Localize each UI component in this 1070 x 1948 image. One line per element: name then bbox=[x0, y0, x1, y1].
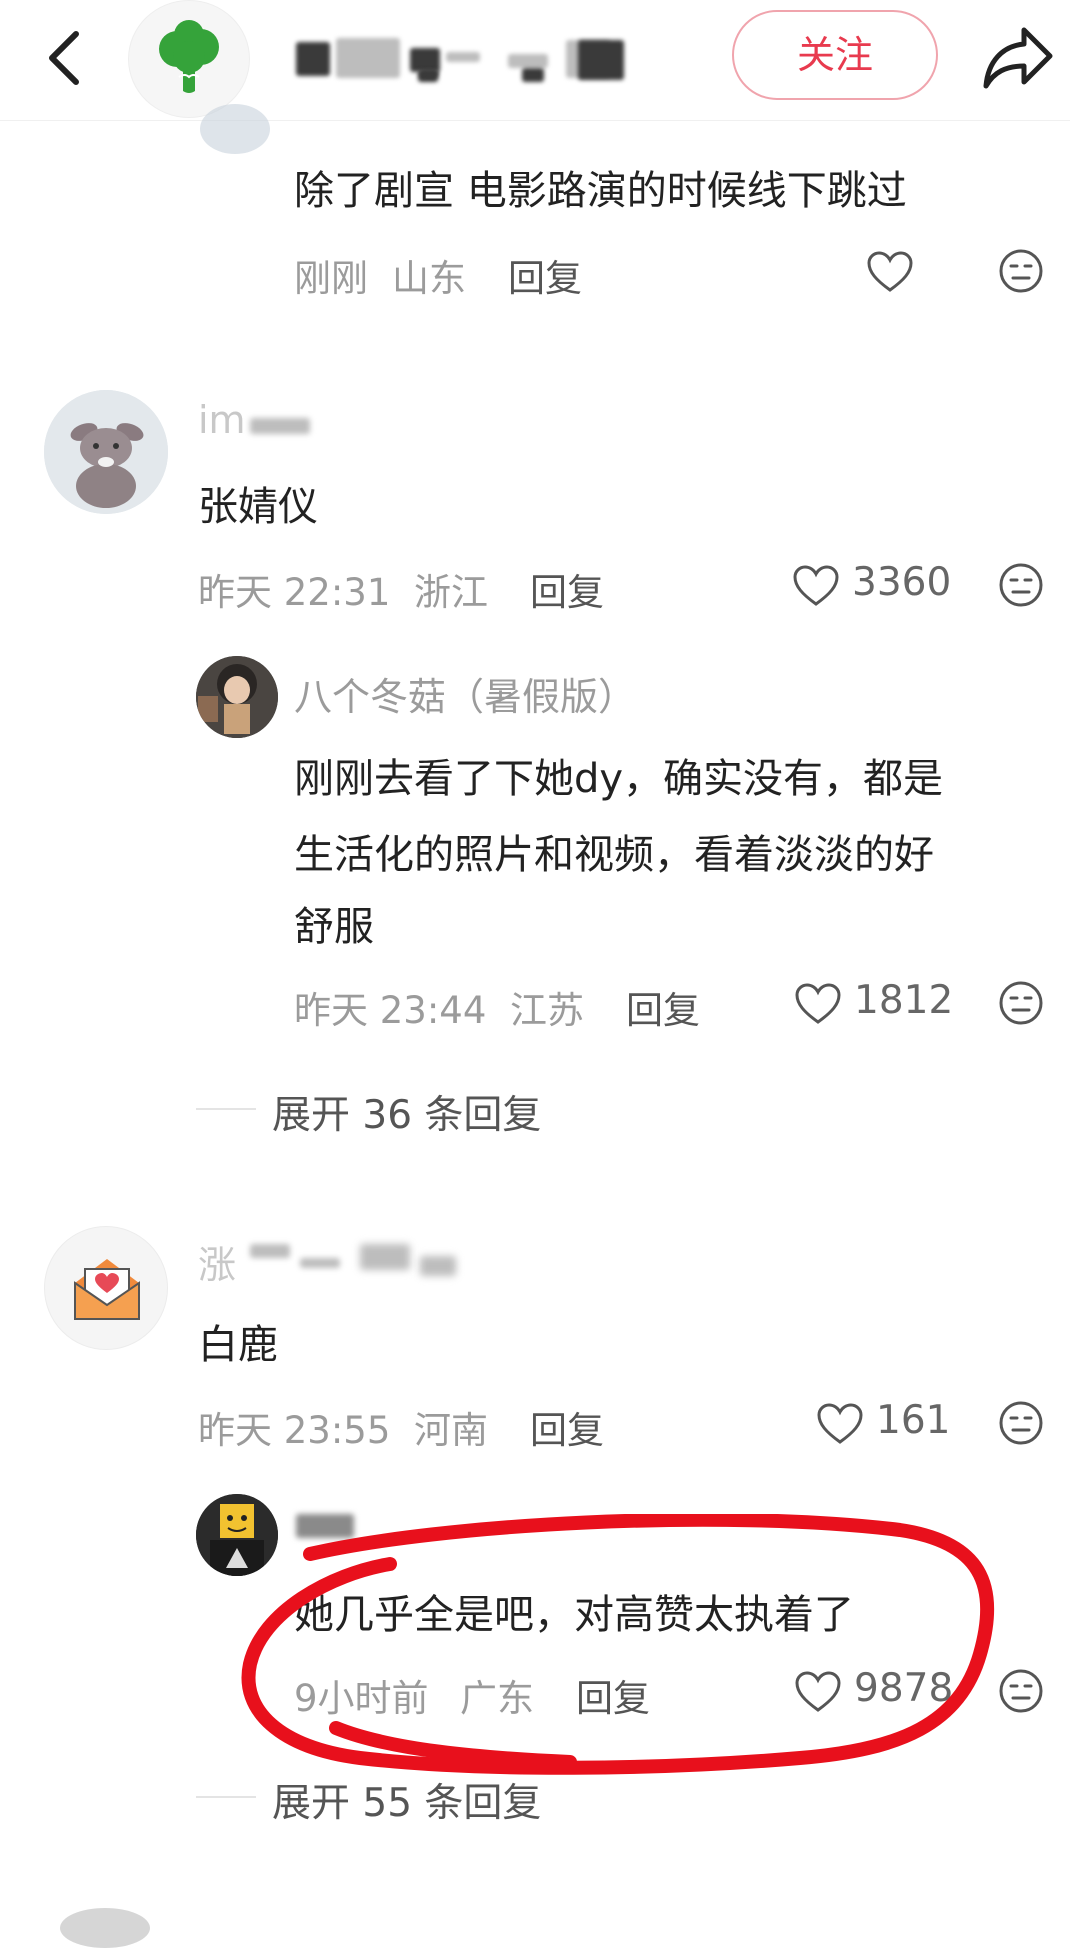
envelope-heart-icon bbox=[74, 1259, 140, 1320]
reply-time: 9小时前 bbox=[294, 1677, 429, 1720]
reply-content-line: 她几乎全是吧，对高赞太执着了 bbox=[294, 1592, 854, 1638]
reply-button[interactable]: 回复 bbox=[530, 1400, 604, 1454]
chevron-left-icon[interactable] bbox=[42, 28, 86, 88]
reply-content-line: 刚刚去看了下她dy，确实没有，都是 bbox=[294, 756, 944, 802]
reply-button[interactable]: 回复 bbox=[576, 1668, 650, 1722]
comment-username[interactable]: im bbox=[198, 398, 246, 442]
like-count: 3360 bbox=[852, 560, 952, 605]
comment-time: 昨天 22:31 bbox=[198, 571, 391, 614]
comment-time: 刚刚 bbox=[294, 257, 368, 300]
reply-time: 昨天 23:44 bbox=[294, 989, 487, 1032]
emoji-reaction-icon[interactable] bbox=[998, 562, 1044, 608]
reply-content-line: 生活化的照片和视频，看着淡淡的好 bbox=[294, 832, 934, 878]
heart-icon[interactable] bbox=[792, 564, 840, 608]
heart-icon[interactable] bbox=[816, 1402, 864, 1446]
reply-button[interactable]: 回复 bbox=[530, 562, 604, 616]
reply-region: 江苏 bbox=[510, 989, 584, 1032]
expand-divider bbox=[196, 1108, 256, 1110]
avatar[interactable] bbox=[196, 656, 278, 738]
emoji-reaction-icon[interactable] bbox=[998, 1400, 1044, 1446]
comment-username[interactable]: 涨 bbox=[198, 1234, 236, 1289]
share-arrow-icon[interactable] bbox=[980, 22, 1056, 94]
comment-content: 除了剧宣 电影路演的时候线下跳过 bbox=[294, 168, 907, 214]
like-count: 1812 bbox=[854, 978, 954, 1023]
follow-button[interactable]: 关注 bbox=[732, 10, 938, 100]
like-count: 9878 bbox=[854, 1666, 954, 1711]
emoji-reaction-icon[interactable] bbox=[998, 980, 1044, 1026]
header-divider bbox=[0, 120, 1070, 121]
comment-content: 白鹿 bbox=[198, 1322, 278, 1368]
expand-divider bbox=[196, 1796, 256, 1798]
heart-icon[interactable] bbox=[794, 1670, 842, 1714]
red-annotation-circle bbox=[241, 1514, 995, 1775]
avatar[interactable] bbox=[44, 1226, 168, 1350]
avatar[interactable] bbox=[60, 1908, 150, 1948]
expand-replies-button[interactable]: 展开 36 条回复 bbox=[272, 1084, 541, 1140]
comment-time: 昨天 23:55 bbox=[198, 1409, 391, 1452]
heart-icon[interactable] bbox=[794, 982, 842, 1026]
heart-icon[interactable] bbox=[866, 250, 914, 294]
expand-replies-button[interactable]: 展开 55 条回复 bbox=[272, 1772, 541, 1828]
reply-button[interactable]: 回复 bbox=[508, 248, 582, 302]
emoji-reaction-icon[interactable] bbox=[998, 1668, 1044, 1714]
top-bar: 关注 bbox=[0, 0, 1070, 120]
reply-content-line: 舒服 bbox=[294, 904, 374, 950]
avatar[interactable] bbox=[200, 104, 270, 154]
comment-content: 张婧仪 bbox=[198, 484, 318, 530]
comment-region: 河南 bbox=[414, 1409, 488, 1452]
emoji-reaction-icon[interactable] bbox=[998, 248, 1044, 294]
broccoli-logo[interactable] bbox=[128, 0, 250, 118]
reply-region: 广东 bbox=[460, 1677, 534, 1720]
comment-region: 浙江 bbox=[414, 571, 488, 614]
reply-button[interactable]: 回复 bbox=[626, 980, 700, 1034]
reply-username[interactable]: 八个冬菇（暑假版） bbox=[294, 666, 636, 721]
avatar[interactable] bbox=[196, 1494, 278, 1576]
like-count: 161 bbox=[876, 1398, 951, 1443]
avatar[interactable] bbox=[44, 390, 168, 514]
comment-region: 山东 bbox=[392, 257, 466, 300]
